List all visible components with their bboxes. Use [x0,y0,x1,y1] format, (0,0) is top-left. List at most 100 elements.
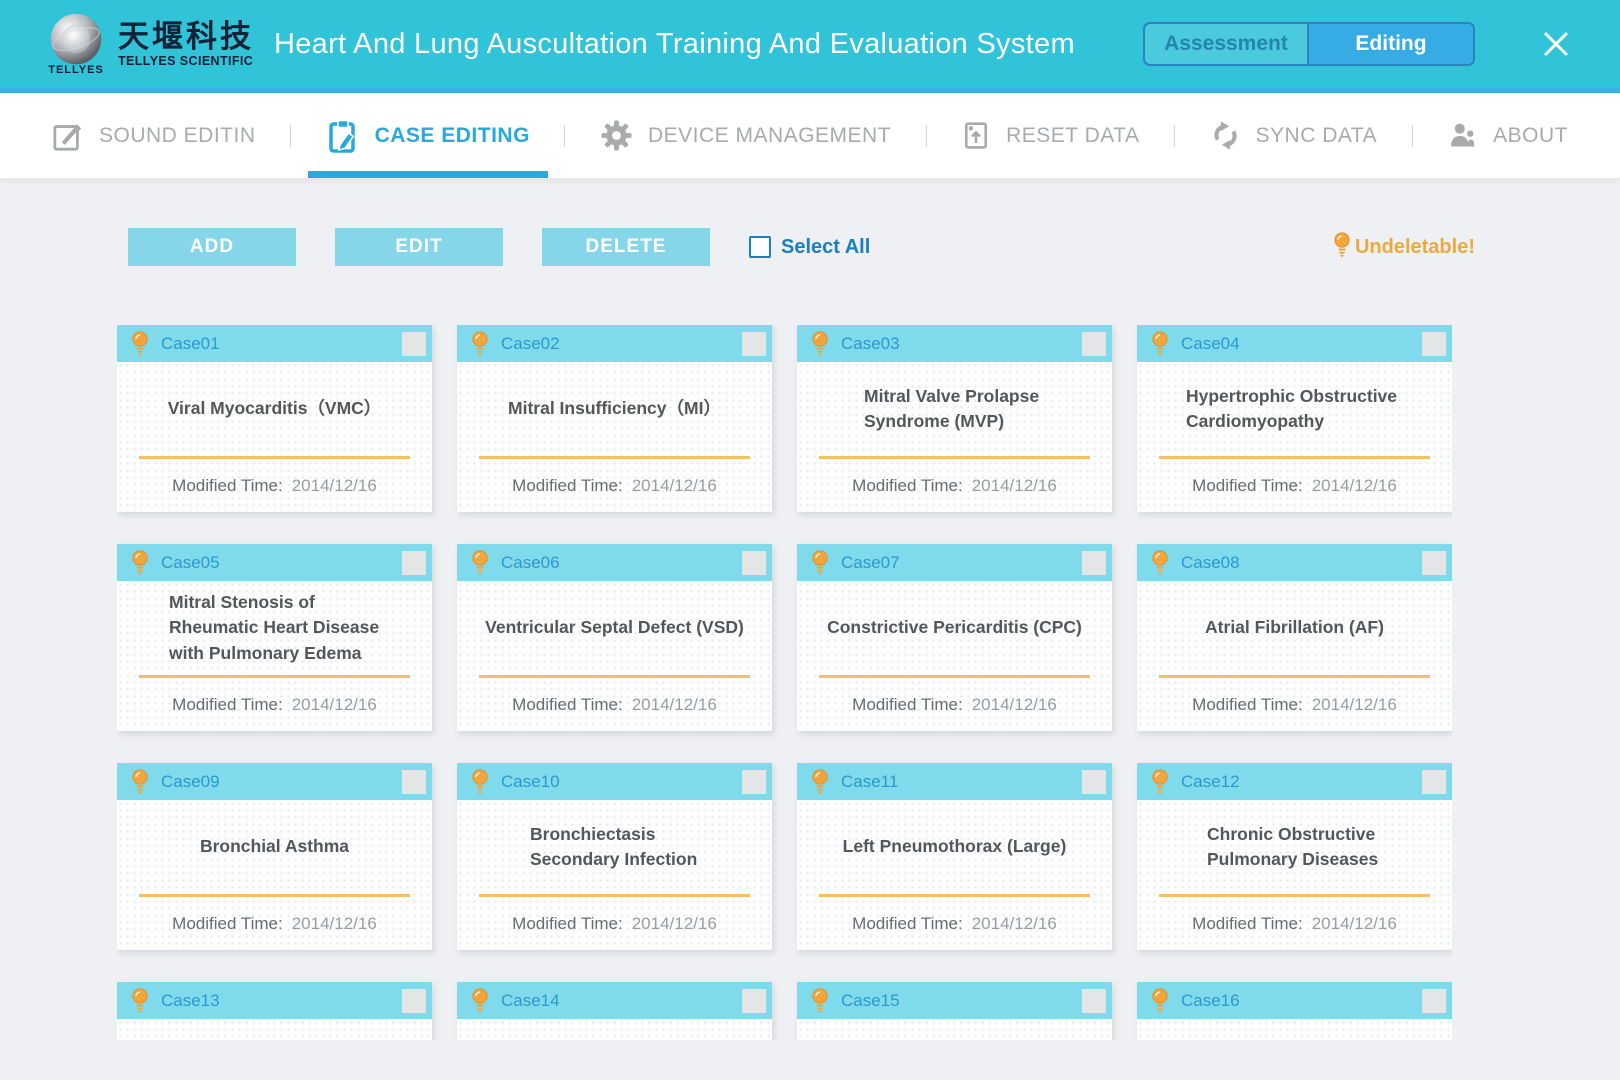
editing-tab-button[interactable]: Editing [1309,24,1473,64]
content-area: ADD EDIT DELETE Select All Undeletable! … [0,228,1620,1040]
case-checkbox[interactable] [402,989,426,1013]
case-id-label: Case02 [501,334,560,354]
app-header: TELLYES 天堰科技 TELLYES SCIENTIFIC Heart An… [0,0,1620,93]
case-checkbox[interactable] [1422,332,1446,356]
case-card-Case07: Case07 Constrictive Pericarditis (CPC) M… [797,544,1112,731]
close-button[interactable] [1537,25,1575,63]
modified-time-value: 2014/12/16 [292,914,377,934]
nav-separator [926,125,927,147]
case-title: Mitral Insufficiency（MI） [508,396,721,421]
modified-time-label: Modified Time: [512,914,623,934]
modified-time-value: 2014/12/16 [972,695,1057,715]
case-card-header: Case14 [457,982,772,1019]
case-card-body: Bronchiectasis Secondary Infection Modif… [457,800,772,950]
case-card-body: Chronic Obstructive Pulmonary Diseases M… [1137,800,1452,950]
case-checkbox[interactable] [402,770,426,794]
nav-item-case-editing[interactable]: CASE EDITING [326,93,530,178]
bulb-icon [1150,768,1170,795]
case-card-Case04: Case04 Hypertrophic Obstructive Cardiomy… [1137,325,1452,512]
case-id-label: Case01 [161,334,220,354]
cards-viewport: Case01 Viral Myocarditis（VMC） Modified T… [117,325,1452,1040]
modified-time-label: Modified Time: [172,695,283,715]
case-card-body: Atrial Fibrillation (AF) Modified Time: … [1137,581,1452,731]
case-card-body: Left Pneumothorax (Large) Modified Time:… [797,800,1112,950]
case-card-Case06: Case06 Ventricular Septal Defect (VSD) M… [457,544,772,731]
sync-arrows-icon [1210,120,1241,151]
nav-item-sync-data[interactable]: SYNC DATA [1210,93,1378,178]
modified-time-label: Modified Time: [512,476,623,496]
case-title: Left Pneumothorax (Large) [843,834,1067,859]
case-card-Case11: Case11 Left Pneumothorax (Large) Modifie… [797,763,1112,950]
case-card-Case14: Case14 [457,982,772,1040]
nav-item-about[interactable]: ABOUT [1447,93,1568,178]
assessment-tab-button[interactable]: Assessment [1145,24,1309,64]
case-checkbox[interactable] [742,770,766,794]
gear-icon [600,119,633,152]
edit-button[interactable]: EDIT [335,228,503,266]
modified-time-label: Modified Time: [852,476,963,496]
case-title: Ventricular Septal Defect (VSD) [485,615,744,640]
case-id-label: Case13 [161,991,220,1011]
case-checkbox[interactable] [742,332,766,356]
nav-item-reset-data[interactable]: RESET DATA [961,93,1139,178]
nav-separator [1412,125,1413,147]
case-checkbox[interactable] [402,551,426,575]
select-all-control[interactable]: Select All [749,236,870,259]
case-title: Viral Myocarditis（VMC） [168,396,382,421]
case-checkbox[interactable] [1422,551,1446,575]
nav-item-sound-editing[interactable]: SOUND EDITIN [52,93,256,178]
nav-item-device-management[interactable]: DEVICE MANAGEMENT [600,93,891,178]
device-arrow-icon [961,121,991,151]
modified-time-label: Modified Time: [1192,695,1303,715]
case-id-label: Case12 [1181,772,1240,792]
modified-time-label: Modified Time: [852,914,963,934]
modified-time-label: Modified Time: [1192,914,1303,934]
case-checkbox[interactable] [1082,332,1106,356]
case-checkbox[interactable] [1082,551,1106,575]
undeletable-hint: Undeletable! [1332,231,1475,264]
case-id-label: Case14 [501,991,560,1011]
case-checkbox[interactable] [1422,989,1446,1013]
close-icon [1541,29,1571,59]
cards-grid: Case01 Viral Myocarditis（VMC） Modified T… [117,325,1452,1040]
case-id-label: Case15 [841,991,900,1011]
add-button[interactable]: ADD [128,228,296,266]
select-all-label: Select All [781,236,870,259]
case-card-header: Case15 [797,982,1112,1019]
case-title: Bronchial Asthma [200,834,349,859]
bulb-icon [470,330,490,357]
case-checkbox[interactable] [1422,770,1446,794]
bulb-icon [1150,330,1170,357]
delete-button[interactable]: DELETE [542,228,710,266]
case-checkbox[interactable] [402,332,426,356]
case-card-body: Mitral Valve Prolapse Syndrome (MVP) Mod… [797,362,1112,512]
case-checkbox[interactable] [1082,989,1106,1013]
case-card-header: Case03 [797,325,1112,362]
case-card-Case09: Case09 Bronchial Asthma Modified Time: 2… [117,763,432,950]
brand-text: 天堰科技 TELLYES SCIENTIFIC [118,20,254,68]
case-card-body: Hypertrophic Obstructive Cardiomyopathy … [1137,362,1452,512]
modified-time-label: Modified Time: [172,914,283,934]
case-card-body [117,1019,432,1040]
nav-separator [290,125,291,147]
case-card-Case12: Case12 Chronic Obstructive Pulmonary Dis… [1137,763,1452,950]
case-checkbox[interactable] [1082,770,1106,794]
modified-time-value: 2014/12/16 [632,695,717,715]
select-all-checkbox[interactable] [749,236,771,258]
bulb-icon [1332,231,1352,264]
case-id-label: Case03 [841,334,900,354]
bulb-icon [810,987,830,1014]
case-card-header: Case09 [117,763,432,800]
page-title: Heart And Lung Auscultation Training And… [274,28,1075,61]
case-checkbox[interactable] [742,551,766,575]
case-card-header: Case11 [797,763,1112,800]
case-checkbox[interactable] [742,989,766,1013]
case-card-header: Case12 [1137,763,1452,800]
case-card-body: Viral Myocarditis（VMC） Modified Time: 20… [117,362,432,512]
case-id-label: Case11 [841,772,898,792]
undeletable-label: Undeletable! [1355,236,1475,259]
toolbar: ADD EDIT DELETE Select All Undeletable! [128,228,1475,266]
bulb-icon [810,330,830,357]
brand-name-en: TELLYES SCIENTIFIC [118,54,254,68]
case-card-body: Constrictive Pericarditis (CPC) Modified… [797,581,1112,731]
